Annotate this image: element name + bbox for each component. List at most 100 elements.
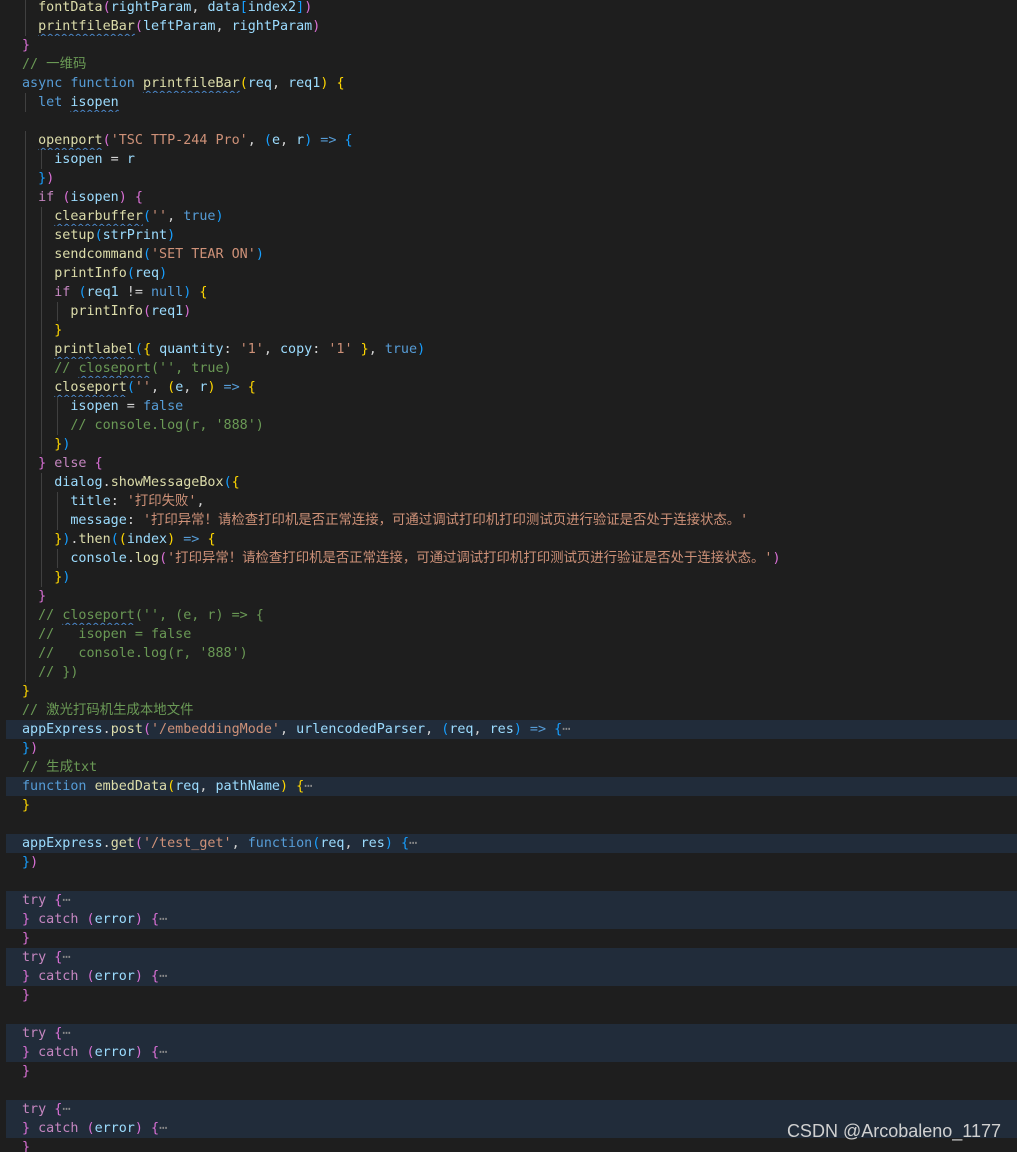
- code-line[interactable]: printlabel({ quantity: '1', copy: '1' },…: [0, 340, 1017, 359]
- code-line[interactable]: printInfo(req1): [0, 302, 1017, 321]
- code-line[interactable]: let isopen: [0, 93, 1017, 112]
- code-token: else: [46, 456, 95, 471]
- code-line[interactable]: [0, 112, 1017, 131]
- folded-code-line[interactable]: try {⋯: [6, 1024, 1017, 1043]
- code-line[interactable]: fontData(rightParam, data[index2]): [0, 0, 1017, 17]
- fold-ellipsis[interactable]: ⋯: [159, 969, 167, 984]
- code-line[interactable]: console.log('打印异常！请检查打印机是否正常连接，可通过调试打印机打…: [0, 549, 1017, 568]
- code-line[interactable]: }): [0, 739, 1017, 758]
- code-token: ,: [183, 380, 200, 395]
- code-line[interactable]: // console.log(r, '888'): [0, 416, 1017, 435]
- indent-guide: [25, 169, 26, 188]
- code-token: {: [554, 722, 563, 737]
- code-line[interactable]: [0, 872, 1017, 891]
- code-token: strPrint: [102, 228, 168, 243]
- code-line[interactable]: // 激光打码机生成本地文件: [0, 701, 1017, 720]
- code-line[interactable]: isopen = r: [0, 150, 1017, 169]
- code-line[interactable]: }): [0, 568, 1017, 587]
- code-line[interactable]: openport('TSC TTP-244 Pro', (e, r) => {: [0, 131, 1017, 150]
- code-line[interactable]: }): [0, 435, 1017, 454]
- fold-ellipsis[interactable]: ⋯: [159, 912, 167, 927]
- folded-code-line[interactable]: } catch (error) {⋯: [6, 967, 1017, 986]
- folded-code-line[interactable]: function embedData(req, pathName) {⋯: [6, 777, 1017, 796]
- code-line[interactable]: // }): [0, 663, 1017, 682]
- code-token: ,: [368, 342, 385, 357]
- code-token: 'TSC TTP-244 Pro': [110, 133, 248, 148]
- code-line[interactable]: }: [0, 986, 1017, 1005]
- code-line[interactable]: }): [0, 169, 1017, 188]
- code-token: ): [513, 722, 522, 737]
- code-line[interactable]: }: [0, 587, 1017, 606]
- code-line[interactable]: // 生成txt: [0, 758, 1017, 777]
- folded-code-line[interactable]: appExpress.get('/test_get', function(req…: [6, 834, 1017, 853]
- code-line[interactable]: [0, 815, 1017, 834]
- fold-ellipsis[interactable]: ⋯: [159, 1045, 167, 1060]
- code-line[interactable]: if (isopen) {: [0, 188, 1017, 207]
- code-line[interactable]: title: '打印失败',: [0, 492, 1017, 511]
- fold-ellipsis[interactable]: ⋯: [409, 836, 417, 851]
- code-line[interactable]: printInfo(req): [0, 264, 1017, 283]
- code-token: {: [151, 1121, 160, 1136]
- code-line[interactable]: async function printfileBar(req, req1) {: [0, 74, 1017, 93]
- code-line[interactable]: }: [0, 321, 1017, 340]
- code-line[interactable]: }: [0, 1062, 1017, 1081]
- code-line[interactable]: // console.log(r, '888'): [0, 644, 1017, 663]
- code-line[interactable]: // 一维码: [0, 55, 1017, 74]
- code-token: req: [449, 722, 474, 737]
- code-token: {: [400, 836, 409, 851]
- code-token: ,: [231, 836, 248, 851]
- code-line[interactable]: }: [0, 682, 1017, 701]
- code-line[interactable]: }): [0, 853, 1017, 872]
- code-line[interactable]: isopen = false: [0, 397, 1017, 416]
- indent-guide: [41, 264, 43, 283]
- code-line[interactable]: dialog.showMessageBox({: [0, 473, 1017, 492]
- code-line[interactable]: } else {: [0, 454, 1017, 473]
- code-line[interactable]: // isopen = false: [0, 625, 1017, 644]
- folded-code-line[interactable]: try {⋯: [6, 948, 1017, 967]
- code-line[interactable]: message: '打印异常！请检查打印机是否正常连接，可通过调试打印机打印测试…: [0, 511, 1017, 530]
- folded-code-line[interactable]: } catch (error) {⋯: [6, 1043, 1017, 1062]
- code-line[interactable]: [0, 1081, 1017, 1100]
- code-token: :: [223, 342, 240, 357]
- code-token: function: [247, 836, 313, 851]
- fold-ellipsis[interactable]: ⋯: [562, 722, 570, 737]
- code-token: // isopen = false: [38, 627, 192, 642]
- code-line[interactable]: closeport('', (e, r) => {: [0, 378, 1017, 397]
- indent-guide: [25, 188, 26, 207]
- fold-ellipsis[interactable]: ⋯: [62, 1102, 70, 1117]
- fold-ellipsis[interactable]: ⋯: [304, 779, 312, 794]
- code-line[interactable]: [0, 1005, 1017, 1024]
- indent-guide: [57, 549, 59, 568]
- folded-code-line[interactable]: try {⋯: [6, 1100, 1017, 1119]
- code-line[interactable]: }: [0, 36, 1017, 55]
- code-token: (: [142, 209, 151, 224]
- fold-ellipsis[interactable]: ⋯: [62, 950, 70, 965]
- code-line[interactable]: }).then((index) => {: [0, 530, 1017, 549]
- fold-ellipsis[interactable]: ⋯: [159, 1121, 167, 1136]
- code-line[interactable]: printfileBar(leftParam, rightParam): [0, 17, 1017, 36]
- code-editor[interactable]: fontData(rightParam, data[index2]) print…: [0, 0, 1017, 1152]
- code-line[interactable]: }: [0, 929, 1017, 948]
- code-line[interactable]: sendcommand('SET TEAR ON'): [0, 245, 1017, 264]
- code-token: =>: [312, 133, 345, 148]
- code-line[interactable]: // closeport('', true): [0, 359, 1017, 378]
- code-line[interactable]: }: [0, 796, 1017, 815]
- code-token: '1': [239, 342, 264, 357]
- folded-code-line[interactable]: try {⋯: [6, 891, 1017, 910]
- code-line[interactable]: clearbuffer('', true): [0, 207, 1017, 226]
- code-token: isopen: [54, 152, 103, 167]
- code-line[interactable]: // closeport('', (e, r) => {: [0, 606, 1017, 625]
- code-token: ): [167, 228, 176, 243]
- indent-guide: [41, 397, 43, 416]
- code-token: {: [94, 456, 103, 471]
- code-line[interactable]: setup(strPrint): [0, 226, 1017, 245]
- fold-ellipsis[interactable]: ⋯: [62, 1026, 70, 1041]
- code-token: ,: [280, 133, 297, 148]
- code-token: closeport: [54, 380, 127, 395]
- fold-ellipsis[interactable]: ⋯: [62, 893, 70, 908]
- folded-code-line[interactable]: appExpress.post('/embeddingMode', urlenc…: [6, 720, 1017, 739]
- code-line[interactable]: if (req1 != null) {: [0, 283, 1017, 302]
- folded-code-line[interactable]: } catch (error) {⋯: [6, 910, 1017, 929]
